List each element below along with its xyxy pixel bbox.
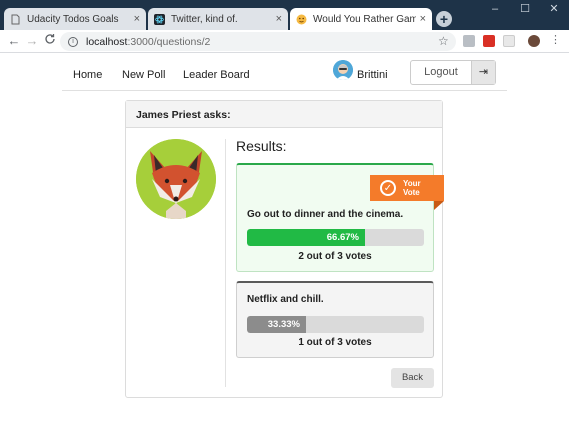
option-text: Netflix and chill. <box>247 294 324 305</box>
url-path: :3000/questions/2 <box>127 35 211 48</box>
vote-count: 1 out of 3 votes <box>298 337 372 348</box>
extension-red-icon[interactable] <box>483 35 495 47</box>
close-tab-icon[interactable]: × <box>420 13 426 25</box>
url-host: localhost <box>86 35 128 48</box>
sign-out-icon[interactable]: ⇥ <box>471 61 495 84</box>
ribbon-fold <box>434 201 444 210</box>
author-avatar <box>136 139 216 219</box>
logout-button[interactable]: Logout ⇥ <box>410 60 496 85</box>
user-name: Brittini <box>357 69 388 81</box>
tab-would-you-rather[interactable]: Would You Rather Game × <box>290 8 432 30</box>
logout-label[interactable]: Logout <box>411 61 471 84</box>
option-text: Go out to dinner and the cinema. <box>247 209 404 220</box>
vertical-divider <box>225 139 226 387</box>
vote-count: 2 out of 3 votes <box>298 251 372 262</box>
progress-bar: 33.33% <box>247 316 424 333</box>
check-circle-icon: ✓ <box>380 180 396 196</box>
browser-tab-strip: Udacity Todos Goals × Twitter, kind of. … <box>0 0 569 30</box>
forward-arrow-icon[interactable]: → <box>24 33 40 49</box>
progress-bar: 66.67% <box>247 229 424 246</box>
url-bar[interactable]: i localhost:3000/questions/2 <box>60 32 456 51</box>
app-navbar: Home New Poll Leader Board Brittini Logo… <box>62 56 507 91</box>
nav-new-poll[interactable]: New Poll <box>122 69 165 81</box>
address-toolbar: ← → i localhost:3000/questions/2 ☆ ⋮ <box>0 30 569 53</box>
maximize-button[interactable]: ☐ <box>510 0 540 20</box>
tab-label: Udacity Todos Goals <box>27 13 119 25</box>
your-vote-line2: Vote <box>403 188 420 197</box>
nav-home[interactable]: Home <box>73 69 102 81</box>
document-icon <box>10 14 21 25</box>
nav-leaderboard[interactable]: Leader Board <box>183 69 250 81</box>
emoji-icon <box>296 14 307 25</box>
info-icon[interactable]: i <box>68 36 78 47</box>
progress-fill: 33.33% <box>247 316 306 333</box>
close-window-button[interactable]: ✕ <box>539 0 569 20</box>
question-card: James Priest asks: Results: Go out to di… <box>125 100 444 398</box>
your-vote-badge: ✓ Your Vote <box>370 175 444 201</box>
your-vote-line1: Your <box>403 179 421 188</box>
extension-grey-icon[interactable] <box>503 35 515 47</box>
option-result-other: Netflix and chill. 33.33% 1 out of 3 vot… <box>236 281 434 358</box>
close-tab-icon[interactable]: × <box>134 13 140 25</box>
browser-menu-icon[interactable]: ⋮ <box>550 35 561 47</box>
reload-icon[interactable] <box>42 33 58 49</box>
profile-avatar-icon[interactable] <box>528 35 540 47</box>
results-title: Results: <box>236 138 287 154</box>
react-icon <box>154 13 165 25</box>
new-tab-button[interactable]: + <box>436 11 452 27</box>
close-tab-icon[interactable]: × <box>276 13 282 25</box>
card-header: James Priest asks: <box>126 101 442 128</box>
tab-udacity-todos[interactable]: Udacity Todos Goals × <box>4 8 146 30</box>
tab-label: Would You Rather Game <box>313 13 416 25</box>
back-button[interactable]: Back <box>391 368 434 388</box>
back-arrow-icon[interactable]: ← <box>6 33 22 49</box>
progress-fill: 66.67% <box>247 229 365 246</box>
bookmark-star-icon[interactable]: ☆ <box>438 34 449 48</box>
extension-drive-icon[interactable] <box>463 35 475 47</box>
user-avatar <box>333 60 353 80</box>
minimize-button[interactable]: – <box>480 0 510 20</box>
tab-label: Twitter, kind of. <box>171 13 238 25</box>
tab-twitter-kind-of[interactable]: Twitter, kind of. × <box>148 8 288 30</box>
